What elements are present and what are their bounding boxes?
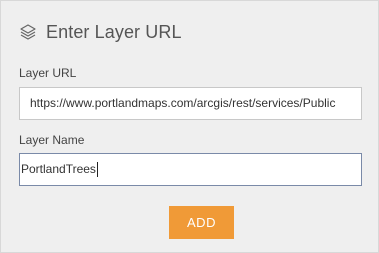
- layer-url-label: Layer URL: [19, 66, 77, 80]
- layer-name-input[interactable]: PortlandTrees: [19, 153, 362, 186]
- layer-name-label: Layer Name: [19, 133, 85, 147]
- layer-url-input[interactable]: https://www.portlandmaps.com/arcgis/rest…: [19, 87, 362, 120]
- add-button[interactable]: ADD: [169, 206, 234, 239]
- text-caret: [96, 162, 98, 178]
- layers-icon: [19, 23, 37, 41]
- enter-layer-url-panel: Enter Layer URL Layer URL https://www.po…: [0, 0, 379, 253]
- page-title: Enter Layer URL: [46, 21, 182, 42]
- panel-header: Enter Layer URL: [19, 19, 182, 45]
- layer-name-value: PortlandTrees: [21, 162, 96, 176]
- layer-url-value: https://www.portlandmaps.com/arcgis/rest…: [30, 96, 336, 110]
